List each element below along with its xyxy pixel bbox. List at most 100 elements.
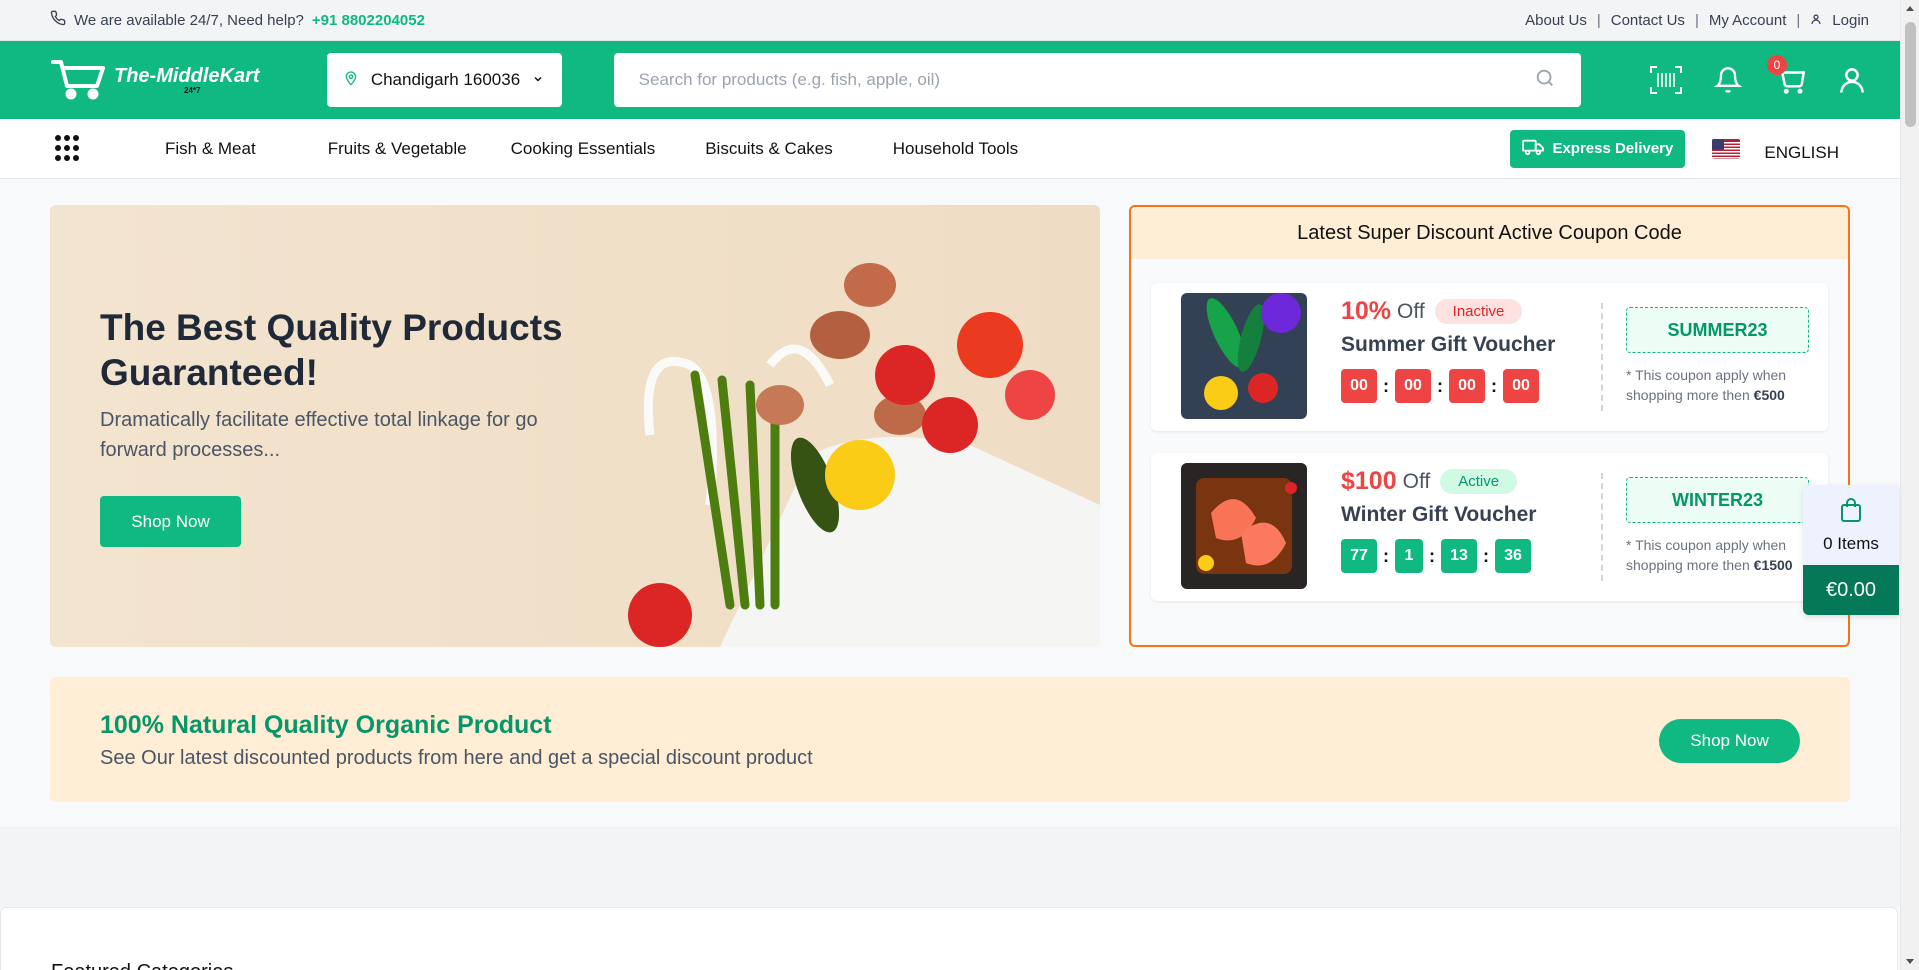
promo-shop-now-button[interactable]: Shop Now <box>1659 719 1800 763</box>
my-account-link[interactable]: My Account <box>1709 12 1787 29</box>
nav-household-tools[interactable]: Household Tools <box>893 139 1018 159</box>
top-links: About Us | Contact Us | My Account | Log… <box>1525 12 1869 29</box>
scrollbar-thumb[interactable] <box>1905 22 1916 127</box>
hero-shop-now-button[interactable]: Shop Now <box>100 496 241 547</box>
coupon-divider <box>1601 303 1603 411</box>
user-icon <box>1810 12 1822 29</box>
chevron-down-icon <box>532 70 544 90</box>
phone-link[interactable]: +91 8802204052 <box>312 12 425 29</box>
discount-off-label: Off <box>1402 469 1431 493</box>
availability-text: We are available 24/7, Need help? <box>74 11 304 29</box>
hero-title: The Best Quality Products Guaranteed! <box>100 307 563 394</box>
header-actions: 0 <box>1649 55 1869 97</box>
timer-days: 00 <box>1341 369 1377 403</box>
timer-minutes: 00 <box>1449 369 1485 403</box>
coupon-card: $100 Off Active Winter Gift Voucher 77: … <box>1151 453 1828 601</box>
notification-bell-icon[interactable] <box>1711 63 1745 97</box>
about-us-link[interactable]: About Us <box>1525 12 1587 29</box>
timer-seconds: 00 <box>1503 369 1539 403</box>
logo-text: The-MiddleKart <box>114 64 260 87</box>
search-icon[interactable] <box>1534 67 1556 94</box>
category-nav: Fish & Meat Fruits & Vegetable Cooking E… <box>0 119 1919 179</box>
minimum-amount: €1500 <box>1753 557 1793 574</box>
timer-hours: 00 <box>1395 369 1431 403</box>
grocery-bag-image <box>628 263 1100 647</box>
shopping-bag-icon <box>1839 497 1863 528</box>
countdown-timer: 77: 1: 13: 36 <box>1341 539 1531 573</box>
us-flag-icon[interactable] <box>1712 138 1741 159</box>
featured-categories-section: Featured Categories <box>0 907 1898 970</box>
coupon-panel-heading: Latest Super Discount Active Coupon Code <box>1131 207 1848 259</box>
nav-biscuits-cakes[interactable]: Biscuits & Cakes <box>705 139 833 159</box>
search-input[interactable] <box>638 70 1535 90</box>
contact-us-link[interactable]: Contact Us <box>1611 12 1685 29</box>
timer-seconds: 36 <box>1495 539 1531 573</box>
promo-title: 100% Natural Quality Organic Product <box>100 711 552 739</box>
coupon-note: * This coupon apply when shopping more t… <box>1626 537 1793 574</box>
coupon-panel: Latest Super Discount Active Coupon Code… <box>1129 205 1850 647</box>
coupon-amount: $100 Off Active <box>1341 467 1518 496</box>
discount-value: 10% <box>1341 297 1392 325</box>
location-text: Chandigarh 160036 <box>370 70 521 89</box>
floating-cart-items: 0 Items <box>1823 533 1879 553</box>
scroll-down-arrow-icon[interactable] <box>1906 959 1914 964</box>
discount-off-label: Off <box>1397 299 1425 323</box>
language-selector[interactable]: ENGLISH <box>1764 143 1839 163</box>
delivery-truck-icon <box>1522 138 1545 160</box>
location-pin-icon <box>343 69 359 92</box>
coupon-name: Winter Gift Voucher <box>1341 503 1537 526</box>
express-delivery-button[interactable]: Express Delivery <box>1510 129 1686 168</box>
logo[interactable]: The-MiddleKart 24*7 <box>50 56 315 105</box>
hero-banner: The Best Quality Products Guaranteed! Dr… <box>50 205 1100 647</box>
nav-right: Express Delivery ENGLISH <box>1510 129 1869 168</box>
page-scrollbar[interactable] <box>1900 0 1919 970</box>
timer-hours: 1 <box>1395 539 1423 573</box>
coupon-card: 10% Off Inactive Summer Gift Voucher 00:… <box>1151 283 1828 431</box>
barcode-scan-icon[interactable] <box>1649 63 1683 97</box>
minimum-amount: €500 <box>1753 387 1785 404</box>
top-bar: We are available 24/7, Need help? +91 88… <box>0 0 1919 41</box>
coupon-amount: 10% Off Inactive <box>1341 297 1523 326</box>
separator: | <box>1596 11 1601 29</box>
coupon-divider <box>1601 473 1603 581</box>
floating-cart[interactable]: 0 Items €0.00 <box>1803 485 1899 615</box>
categories-grid-icon[interactable] <box>55 134 83 163</box>
coupon-image-peppers <box>1181 293 1307 419</box>
logo-subtext: 24*7 <box>184 85 201 95</box>
status-badge: Inactive <box>1434 299 1523 324</box>
main-header: The-MiddleKart 24*7 Chandigarh 160036 0 <box>0 41 1919 119</box>
timer-minutes: 13 <box>1441 539 1477 573</box>
section-spacer <box>0 827 1900 907</box>
floating-cart-total: €0.00 <box>1803 565 1899 615</box>
help-info: We are available 24/7, Need help? +91 88… <box>50 10 425 30</box>
search-bar <box>613 53 1582 107</box>
coupon-code[interactable]: WINTER23 <box>1626 477 1809 523</box>
coupon-code[interactable]: SUMMER23 <box>1626 307 1809 353</box>
cart-logo-icon <box>50 56 108 105</box>
coupon-note: * This coupon apply when shopping more t… <box>1626 367 1787 404</box>
nav-links: Fish & Meat Fruits & Vegetable Cooking E… <box>143 139 1018 159</box>
nav-fruits-vegetable[interactable]: Fruits & Vegetable <box>328 139 467 159</box>
promo-description: See Our latest discounted products from … <box>100 747 813 769</box>
express-delivery-label: Express Delivery <box>1552 140 1674 157</box>
cart-count-badge: 0 <box>1767 55 1788 75</box>
promo-banner: 100% Natural Quality Organic Product See… <box>50 677 1850 802</box>
coupon-image-salmon <box>1181 463 1307 589</box>
user-account-icon[interactable] <box>1835 63 1869 97</box>
phone-icon <box>50 10 66 30</box>
scroll-up-arrow-icon[interactable] <box>1906 6 1914 11</box>
featured-categories-title: Featured Categories <box>51 961 233 970</box>
countdown-timer: 00: 00: 00: 00 <box>1341 369 1539 403</box>
separator: | <box>1694 11 1699 29</box>
separator: | <box>1796 11 1801 29</box>
location-selector[interactable]: Chandigarh 160036 <box>326 53 562 107</box>
nav-fish-meat[interactable]: Fish & Meat <box>165 139 256 159</box>
cart-icon[interactable]: 0 <box>1767 55 1807 97</box>
discount-value: $100 <box>1341 467 1397 495</box>
coupon-name: Summer Gift Voucher <box>1341 333 1556 356</box>
nav-cooking-essentials[interactable]: Cooking Essentials <box>511 139 656 159</box>
hero-description: Dramatically facilitate effective total … <box>100 409 538 461</box>
login-link[interactable]: Login <box>1832 12 1869 29</box>
timer-days: 77 <box>1341 539 1377 573</box>
status-badge: Active <box>1440 469 1518 494</box>
